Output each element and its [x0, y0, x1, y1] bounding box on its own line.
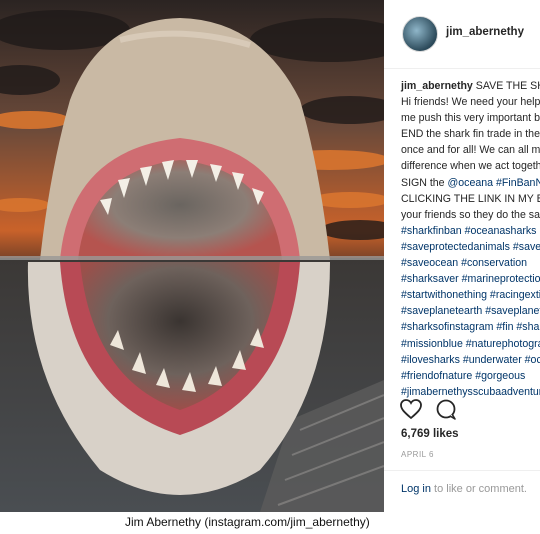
post-header: jim_abernethy	[384, 0, 540, 69]
caption-text: me push this very important bill to	[401, 112, 540, 125]
hashtag-link[interactable]: #missionblue #naturephotography	[401, 338, 540, 350]
hashtag-link[interactable]: #saveplanetearth #saveplanet	[401, 305, 540, 317]
credit-text: Jim Abernethy (instagram.com/jim_abernet…	[125, 515, 370, 529]
caption-text: SIGN the	[401, 176, 448, 189]
caption-line: #saveprotectedanimals #savesharks	[401, 239, 540, 255]
like-count[interactable]: 6,769 likes	[401, 428, 459, 440]
avatar[interactable]	[402, 16, 438, 52]
caption-text: SAVE THE SHARKS!	[475, 80, 540, 92]
post-caption: jim_abernethy SAVE THE SHARKS! Hi friends…	[401, 78, 540, 400]
caption-line: #startwithonething #racingextinction	[401, 287, 540, 303]
caption-text: once and for all! We can all make a	[401, 144, 540, 157]
hashtag-link[interactable]: #ilovesharks #underwater #ocean	[401, 354, 540, 366]
post-date: APRIL 6	[401, 450, 434, 459]
caption-line: #friendofnature #gorgeous	[401, 368, 540, 384]
caption-line: SIGN the @oceana #FinBanNow	[401, 175, 540, 191]
photo-credit: Jim Abernethy (instagram.com/jim_abernet…	[0, 512, 540, 534]
hashtag-link[interactable]: #saveprotectedanimals #savesharks	[401, 241, 540, 253]
caption-line: #saveocean #conservation	[401, 255, 540, 271]
caption-line: END the shark fin trade in the USA	[401, 126, 540, 142]
caption-text: your friends so they do the same!	[401, 208, 540, 221]
hashtag-link[interactable]: #friendofnature #gorgeous	[401, 370, 525, 382]
caption-text: Hi friends! We need your help to	[401, 96, 540, 109]
login-link[interactable]: Log in	[401, 483, 431, 495]
caption-line: difference when we act together!	[401, 158, 540, 174]
caption-text: CLICKING THE LINK IN MY BIO & tell	[401, 192, 540, 205]
divider	[384, 470, 540, 471]
hashtag-link[interactable]: #saveocean #conservation	[401, 257, 527, 269]
post-sidebar: jim_abernethy jim_abernethy SAVE THE SHA…	[384, 0, 540, 512]
comment-prompt-text: to like or comment.	[430, 483, 527, 495]
caption-line: Hi friends! We need your help to	[401, 94, 540, 110]
caption-line: your friends so they do the same!	[401, 207, 540, 223]
hashtag-link[interactable]: #jimabernethysscubaadventures	[401, 386, 540, 398]
hashtag-link[interactable]: #startwithonething #racingextinction	[401, 289, 540, 301]
caption-line: #ilovesharks #underwater #ocean	[401, 352, 540, 368]
post-photo[interactable]	[0, 0, 384, 512]
hashtag-link[interactable]: #sharkfinban #oceanasharks	[401, 225, 536, 237]
caption-line: #sharksofinstagram #fin #shark	[401, 319, 540, 335]
caption-line: CLICKING THE LINK IN MY BIO & tell	[401, 191, 540, 207]
caption-line: #saveplanetearth #saveplanet	[401, 303, 540, 319]
hashtag-link[interactable]: #FinBanNow	[496, 177, 540, 189]
caption-text: difference when we act together!	[401, 160, 540, 173]
caption-username[interactable]: jim_abernethy	[401, 80, 473, 92]
comment-prompt: Log in to like or comment.	[401, 483, 527, 495]
caption-line: once and for all! We can all make a	[401, 142, 540, 158]
post-actions	[400, 398, 460, 427]
comment-bubble-icon[interactable]	[436, 399, 456, 420]
caption-line: #sharksaver #marineprotection	[401, 271, 540, 287]
caption-text: END the shark fin trade in the USA	[401, 128, 540, 141]
hashtag-link[interactable]: #sharksaver #marineprotection	[401, 273, 540, 285]
heart-icon[interactable]	[400, 399, 422, 420]
header-username[interactable]: jim_abernethy	[446, 26, 524, 38]
caption-line: #sharkfinban #oceanasharks	[401, 223, 540, 239]
caption-line: me push this very important bill to	[401, 110, 540, 126]
hashtag-link[interactable]: #sharksofinstagram #fin #shark	[401, 321, 540, 333]
caption-line: #missionblue #naturephotography	[401, 336, 540, 352]
hashtag-link[interactable]: @oceana	[448, 177, 494, 189]
caption-line: jim_abernethy SAVE THE SHARKS!	[401, 78, 540, 94]
